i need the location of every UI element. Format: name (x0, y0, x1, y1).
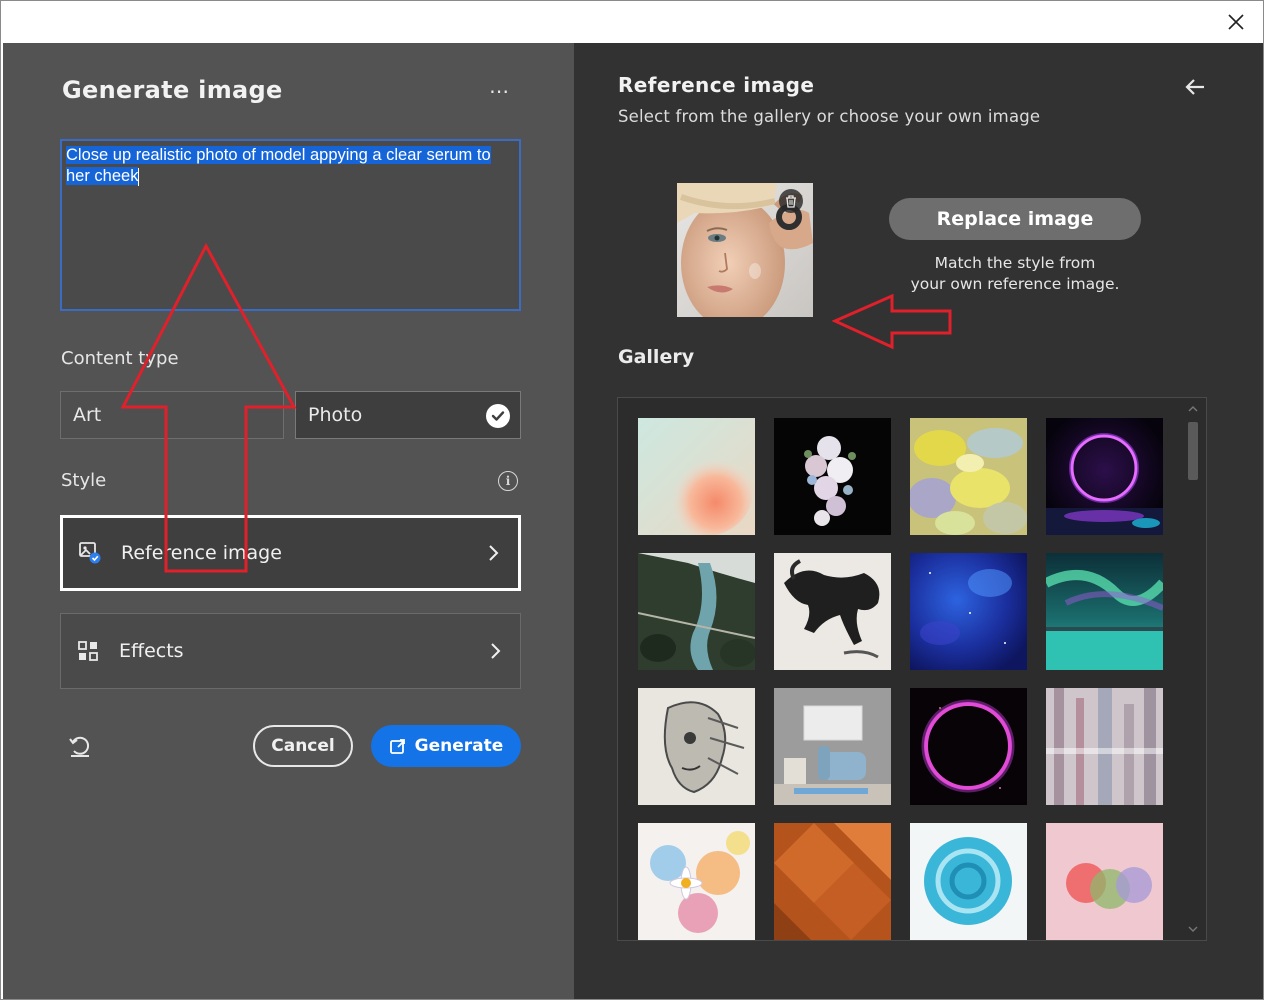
gallery-tile[interactable] (910, 823, 1027, 940)
gallery-tile[interactable] (638, 553, 755, 670)
content-type-label: Content type (61, 348, 179, 369)
gallery-tile[interactable] (1046, 688, 1163, 805)
abstract-city-blur-image (1046, 688, 1163, 805)
more-options-button[interactable]: ⋯ (489, 79, 510, 103)
generate-panel: Generate image ⋯ Close up realistic phot… (3, 43, 574, 999)
yellow-paint-texture-image (910, 418, 1027, 535)
prompt-line-1: Close up realistic photo of model appyin… (66, 146, 491, 164)
cancel-button[interactable]: Cancel (253, 725, 353, 767)
gallery-tile[interactable] (1046, 418, 1163, 535)
gallery-tile[interactable] (774, 553, 891, 670)
gallery-scrollbar[interactable] (1180, 398, 1206, 940)
blue-paint-swirl-image (910, 823, 1027, 940)
gallery-tile[interactable] (1046, 553, 1163, 670)
content-option-art[interactable]: Art (60, 391, 284, 439)
orange-geometric-squares-image (774, 823, 891, 940)
delete-reference-button[interactable] (779, 189, 803, 213)
gallery-tile[interactable] (774, 418, 891, 535)
robot-face-sketch-image (638, 688, 755, 805)
gallery-tile[interactable] (638, 688, 755, 805)
reset-icon (69, 736, 90, 757)
style-label: Style (61, 470, 107, 491)
match-line-1: Match the style from (934, 254, 1096, 272)
gallery-tile[interactable] (910, 553, 1027, 670)
grey-room-blue-chair-image (774, 688, 891, 805)
window-close-button[interactable] (1221, 7, 1251, 37)
ink-horse-painting-image (774, 553, 891, 670)
content-option-photo-label: Photo (308, 404, 363, 426)
trash-icon (786, 194, 796, 208)
gallery-tile[interactable] (774, 688, 891, 805)
gallery-tile[interactable] (1046, 823, 1163, 940)
generate-button[interactable]: Generate (371, 725, 521, 767)
prompt-line-2: her cheek (66, 167, 139, 185)
match-style-hint: Match the style from your own reference … (889, 253, 1141, 295)
blue-space-texture-image (910, 553, 1027, 670)
reference-image-panel: Reference image Select from the gallery … (574, 43, 1263, 999)
gallery-tile[interactable] (910, 418, 1027, 535)
generate-label: Generate (414, 736, 504, 756)
chevron-right-icon (491, 643, 501, 659)
gallery-tile[interactable] (774, 823, 891, 940)
colorful-spheres-pink-image (1046, 823, 1163, 940)
gallery-panel (617, 397, 1207, 941)
effects-icon (76, 639, 100, 663)
arrow-left-icon (1185, 79, 1204, 95)
gallery-title: Gallery (618, 346, 695, 368)
reference-image-thumbnail[interactable] (677, 183, 813, 317)
gallery-tile[interactable] (638, 418, 755, 535)
back-button[interactable] (1184, 75, 1208, 99)
title-bar (1, 1, 1263, 43)
reference-panel-subtitle: Select from the gallery or choose your o… (618, 107, 1041, 126)
chevron-right-icon (489, 545, 499, 561)
effects-option[interactable]: Effects (60, 613, 521, 689)
generate-icon (389, 739, 405, 754)
reset-button[interactable] (67, 733, 93, 759)
reference-image-option[interactable]: Reference image (60, 515, 521, 591)
pink-neon-circle-image (910, 688, 1027, 805)
white-flower-bouquet-image (774, 418, 891, 535)
info-icon[interactable]: i (498, 471, 518, 491)
close-icon (1228, 14, 1244, 30)
app-window: Generate image ⋯ Close up realistic phot… (0, 0, 1264, 1000)
reference-image-icon (78, 541, 102, 565)
scroll-down-icon[interactable] (1188, 924, 1198, 934)
aerial-river-canyon-image (638, 553, 755, 670)
pastel-gradient-orb-image (638, 418, 755, 535)
purple-neon-ring-image (1046, 418, 1163, 535)
checkmark-icon (486, 404, 510, 428)
gallery-grid (638, 418, 1163, 940)
scroll-up-icon[interactable] (1188, 404, 1198, 414)
gallery-tile[interactable] (910, 688, 1027, 805)
scroll-thumb[interactable] (1188, 422, 1198, 480)
content-option-art-label: Art (73, 404, 102, 426)
reference-image-label: Reference image (121, 542, 282, 564)
replace-image-button[interactable]: Replace image (889, 198, 1141, 240)
watercolor-daisies-image (638, 823, 755, 940)
match-line-2: your own reference image. (910, 275, 1120, 293)
aurora-over-lake-image (1046, 553, 1163, 670)
panel-title: Generate image (62, 76, 283, 104)
text-cursor (138, 167, 140, 186)
annotation-arrow-left (832, 293, 952, 350)
effects-label: Effects (119, 640, 184, 662)
prompt-text: Close up realistic photo of model appyin… (66, 145, 515, 187)
prompt-textarea[interactable]: Close up realistic photo of model appyin… (60, 139, 521, 311)
content-option-photo[interactable]: Photo (295, 391, 521, 439)
reference-panel-title: Reference image (618, 73, 815, 97)
gallery-tile[interactable] (638, 823, 755, 940)
